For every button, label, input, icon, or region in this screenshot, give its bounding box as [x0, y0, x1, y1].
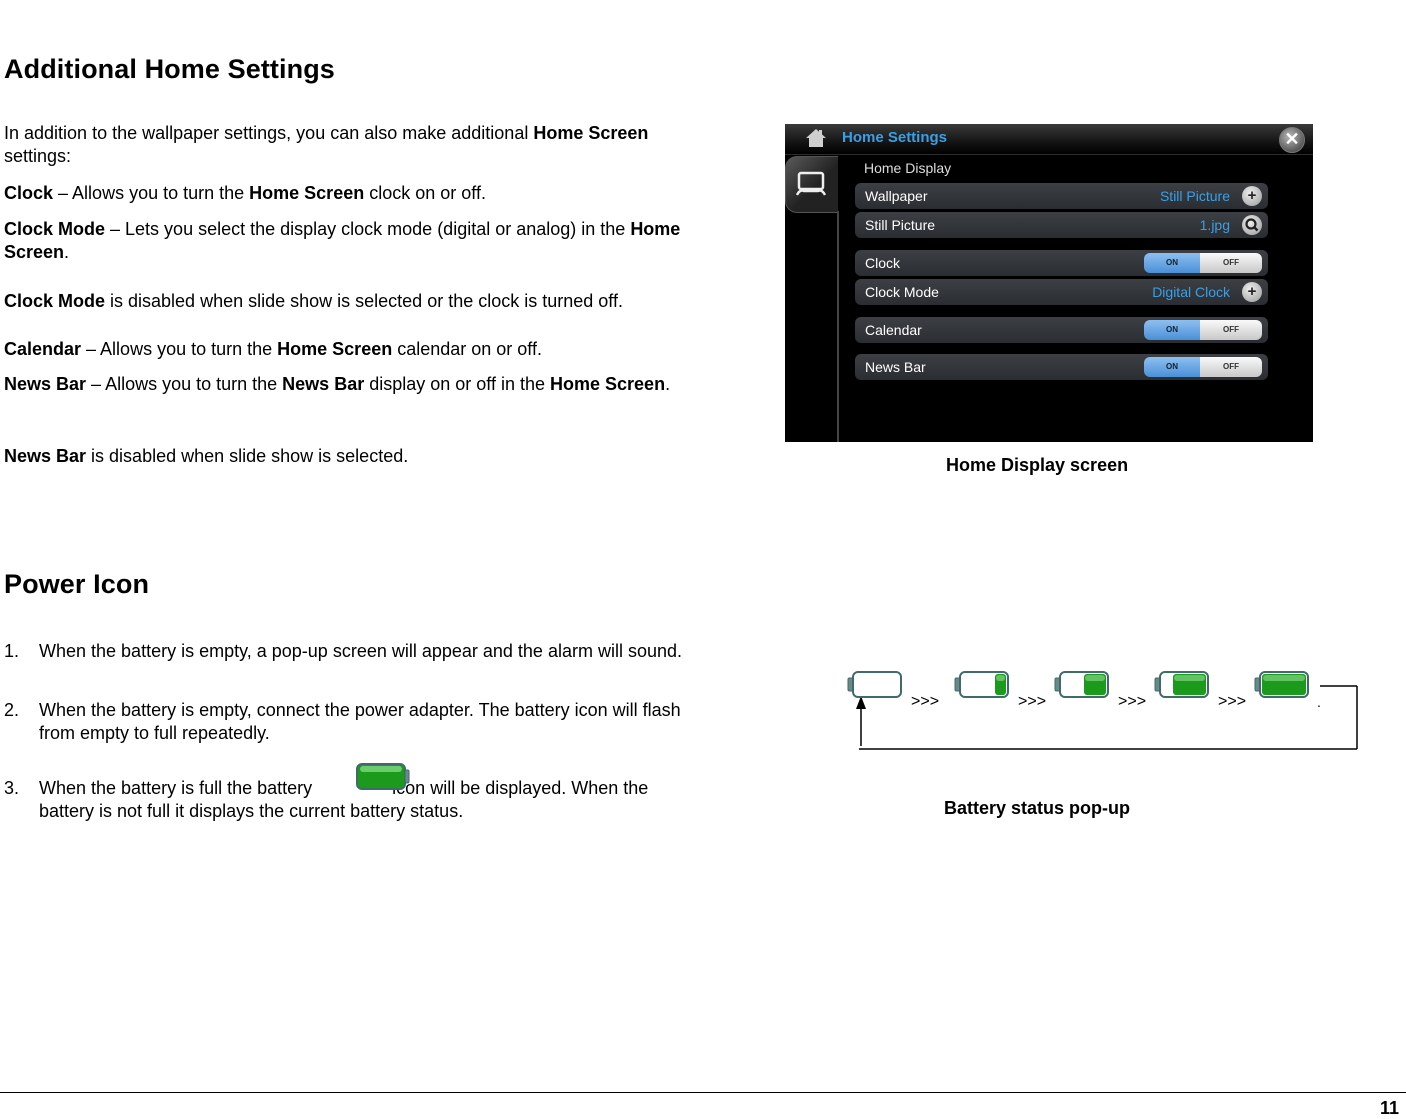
battery-level-icon	[1254, 671, 1309, 698]
intro-paragraph: In addition to the wallpaper settings, y…	[4, 123, 649, 166]
list-number-2: 2.	[4, 700, 20, 720]
battery-level-icon	[1154, 671, 1209, 698]
list-item-2: When the battery is empty, connect the p…	[39, 700, 681, 743]
row-still-picture: Still Picture 1.jpg	[855, 212, 1268, 238]
plus-icon: +	[1242, 186, 1262, 206]
sequence-arrow-label: >>>	[911, 693, 939, 710]
battery-level-icon	[847, 671, 902, 698]
sequence-arrow-label: >>>	[1218, 693, 1246, 710]
news-bar-note: News Bar is disabled when slide show is …	[4, 446, 409, 466]
list-item-1: When the battery is empty, a pop-up scre…	[39, 641, 682, 661]
sequence-arrow-label: >>>	[1118, 693, 1146, 710]
footer-rule	[0, 1092, 1406, 1093]
sequence-arrow-label: >>>	[1018, 693, 1046, 710]
calendar-description: Calendar – Allows you to turn the Home S…	[4, 339, 542, 359]
list-number-3: 3.	[4, 778, 20, 798]
calendar-toggle: ON OFF	[1144, 320, 1262, 340]
battery-status-diagram: . >>> >>> >>> >>>	[845, 660, 1365, 760]
close-icon: ✕	[1279, 127, 1305, 153]
display-icon	[796, 171, 826, 196]
list-number-1: 1.	[4, 641, 20, 661]
screenshot-titlebar: Home Settings ✕	[785, 124, 1313, 155]
battery-full-icon	[356, 763, 410, 790]
clock-mode-note: Clock Mode is disabled when slide show i…	[4, 291, 623, 311]
section-label: Home Display	[864, 160, 952, 176]
section-heading-additional-home-settings: Additional Home Settings	[4, 54, 335, 84]
row-calendar: Calendar ON OFF	[855, 317, 1268, 343]
section-heading-power-icon: Power Icon	[4, 569, 150, 599]
tab-divider	[837, 211, 839, 442]
row-news-bar: News Bar ON OFF	[855, 354, 1268, 380]
row-clock-mode: Clock Mode Digital Clock +	[855, 279, 1268, 305]
battery-popup-caption: Battery status pop-up	[944, 798, 1131, 818]
clock-description: Clock – Allows you to turn the Home Scre…	[4, 183, 486, 203]
plus-icon: +	[1242, 282, 1262, 302]
home-icon	[806, 129, 826, 147]
news-bar-toggle: ON OFF	[1144, 357, 1262, 377]
magnifier-icon	[1242, 215, 1262, 235]
row-clock: Clock ON OFF	[855, 250, 1268, 276]
home-display-tab	[785, 156, 838, 213]
clock-toggle: ON OFF	[1144, 253, 1262, 273]
diagram-period: .	[1317, 694, 1321, 710]
battery-level-icon	[954, 671, 1009, 698]
home-settings-screenshot: Home Settings ✕ Home Display Wallpaper S…	[785, 124, 1313, 442]
battery-level-icon	[1054, 671, 1109, 698]
home-display-caption: Home Display screen	[946, 455, 1129, 475]
battery-diagram-svg: . >>> >>> >>> >>>	[847, 671, 1358, 750]
clock-mode-description: Clock Mode – Lets you select the display…	[4, 219, 681, 262]
page-number: 11	[1380, 1098, 1400, 1118]
row-wallpaper: Wallpaper Still Picture +	[855, 183, 1268, 209]
screenshot-title: Home Settings	[842, 129, 948, 146]
news-bar-description: News Bar – Allows you to turn the News B…	[4, 374, 671, 394]
